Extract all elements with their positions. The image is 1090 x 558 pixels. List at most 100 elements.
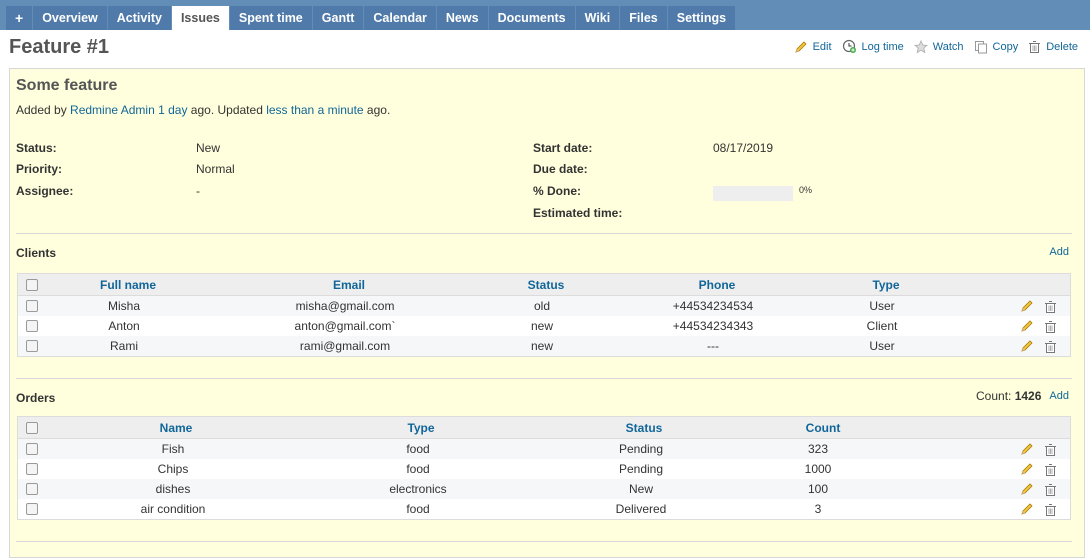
delete-icon[interactable] <box>1044 320 1057 334</box>
orders-add-link[interactable]: Add <box>1049 390 1069 402</box>
delete-action[interactable]: Delete <box>1028 39 1078 54</box>
clients-add-link[interactable]: Add <box>1049 246 1069 258</box>
updated-ago-link[interactable]: less than a minute <box>266 103 363 117</box>
table-row: Misha misha@gmail.com old +44534234534 U… <box>18 296 1070 316</box>
tab-wiki[interactable]: Wiki <box>575 6 620 30</box>
added-by-text: Added by <box>16 103 71 117</box>
row-checkbox[interactable] <box>26 340 38 352</box>
table-row: Chips food Pending 1000 <box>18 459 1070 479</box>
row-checkbox[interactable] <box>26 483 38 495</box>
edit-action[interactable]: Edit <box>794 39 832 54</box>
col-type[interactable]: Type <box>872 274 899 295</box>
done-percent: 0% <box>799 185 813 195</box>
cell-count: 3 <box>814 502 822 516</box>
col-name[interactable]: Name <box>160 417 193 438</box>
cell-phone: --- <box>707 339 719 353</box>
row-checkbox[interactable] <box>26 503 38 515</box>
tab-documents[interactable]: Documents <box>488 6 575 30</box>
table-row: dishes electronics New 100 <box>18 479 1070 499</box>
tab-files[interactable]: Files <box>620 6 667 30</box>
divider <box>16 233 1072 234</box>
row-checkbox[interactable] <box>26 300 38 312</box>
select-all-checkbox[interactable] <box>26 278 38 291</box>
delete-icon[interactable] <box>1044 503 1057 517</box>
cell-type: User <box>869 339 895 353</box>
log-time-label[interactable]: Log time <box>862 41 904 53</box>
cell-status: Delivered <box>615 502 667 516</box>
row-checkbox[interactable] <box>26 443 38 455</box>
col-status[interactable]: Status <box>528 274 565 295</box>
row-checkbox[interactable] <box>26 320 38 332</box>
author-link[interactable]: Redmine Admin <box>70 103 155 117</box>
col-email[interactable]: Email <box>333 274 365 295</box>
cell-phone: +44534234534 <box>672 299 754 313</box>
clients-table-header: Full name Email Status Phone Type <box>18 274 1070 296</box>
cell-email: rami@gmail.com <box>299 339 391 353</box>
main-menu: + Overview Activity Issues Spent time Ga… <box>0 0 1090 30</box>
updated-text: ago. Updated <box>187 103 267 117</box>
cell-status: Pending <box>618 442 664 456</box>
tab-settings[interactable]: Settings <box>667 6 736 30</box>
delete-icon[interactable] <box>1044 300 1057 314</box>
assignee-label: Assignee: <box>16 184 74 198</box>
row-checkbox[interactable] <box>26 463 38 475</box>
tab-news[interactable]: News <box>436 6 488 30</box>
delete-icon[interactable] <box>1044 463 1057 477</box>
start-date-value: 08/17/2019 <box>713 141 774 155</box>
status-label: Status: <box>16 141 57 155</box>
col-type[interactable]: Type <box>407 417 434 438</box>
tab-issues[interactable]: Issues <box>171 6 229 30</box>
tab-activity[interactable]: Activity <box>107 6 171 30</box>
edit-label[interactable]: Edit <box>813 41 832 53</box>
divider <box>16 541 1072 542</box>
edit-icon[interactable] <box>1020 502 1034 516</box>
delete-icon[interactable] <box>1044 443 1057 457</box>
start-date-label: Start date: <box>533 141 593 155</box>
orders-title: Orders <box>16 391 56 405</box>
copy-label[interactable]: Copy <box>993 41 1019 53</box>
star-icon <box>913 39 928 53</box>
cell-status: new <box>530 339 554 353</box>
cell-type: Client <box>866 319 898 333</box>
select-all-checkbox[interactable] <box>26 421 38 434</box>
clock-add-icon <box>842 39 856 53</box>
col-full-name[interactable]: Full name <box>100 274 156 295</box>
log-time-action[interactable]: Log time <box>842 39 904 54</box>
orders-table-header: Name Type Status Count <box>18 417 1070 439</box>
edit-icon[interactable] <box>1020 482 1034 496</box>
due-date-label: Due date: <box>533 162 588 176</box>
edit-icon[interactable] <box>1020 339 1034 353</box>
edit-icon[interactable] <box>1020 319 1034 333</box>
edit-icon[interactable] <box>1020 442 1034 456</box>
new-object-button[interactable]: + <box>6 6 33 30</box>
delete-icon[interactable] <box>1044 340 1057 354</box>
cell-full-name: Misha <box>107 299 141 313</box>
col-phone[interactable]: Phone <box>699 274 736 295</box>
col-status[interactable]: Status <box>626 417 663 438</box>
delete-icon[interactable] <box>1044 483 1057 497</box>
cell-status: Pending <box>618 462 664 476</box>
table-row: Anton anton@gmail.com` new +44534234343 … <box>18 316 1070 336</box>
copy-action[interactable]: Copy <box>974 39 1019 54</box>
cell-type: food <box>406 502 430 516</box>
tab-calendar[interactable]: Calendar <box>364 6 436 30</box>
cell-name: Fish <box>161 442 185 456</box>
page-title: Feature #1 <box>9 36 110 58</box>
cell-type: food <box>406 442 430 456</box>
count-label: Count: <box>976 389 1012 403</box>
cell-status: new <box>530 319 554 333</box>
tab-gantt[interactable]: Gantt <box>312 6 364 30</box>
tab-spent-time[interactable]: Spent time <box>229 6 312 30</box>
cell-type: food <box>406 462 430 476</box>
issue-subject: Some feature <box>16 77 118 94</box>
orders-table: Name Type Status Count Fish food Pending… <box>17 416 1071 520</box>
delete-label[interactable]: Delete <box>1046 41 1078 53</box>
edit-icon[interactable] <box>1020 299 1034 313</box>
watch-label[interactable]: Watch <box>933 41 964 53</box>
created-ago-link[interactable]: 1 day <box>158 103 187 117</box>
edit-icon[interactable] <box>1020 462 1034 476</box>
clients-title: Clients <box>16 246 57 260</box>
col-count[interactable]: Count <box>806 417 841 438</box>
watch-action[interactable]: Watch <box>913 39 964 54</box>
tab-overview[interactable]: Overview <box>33 6 107 30</box>
